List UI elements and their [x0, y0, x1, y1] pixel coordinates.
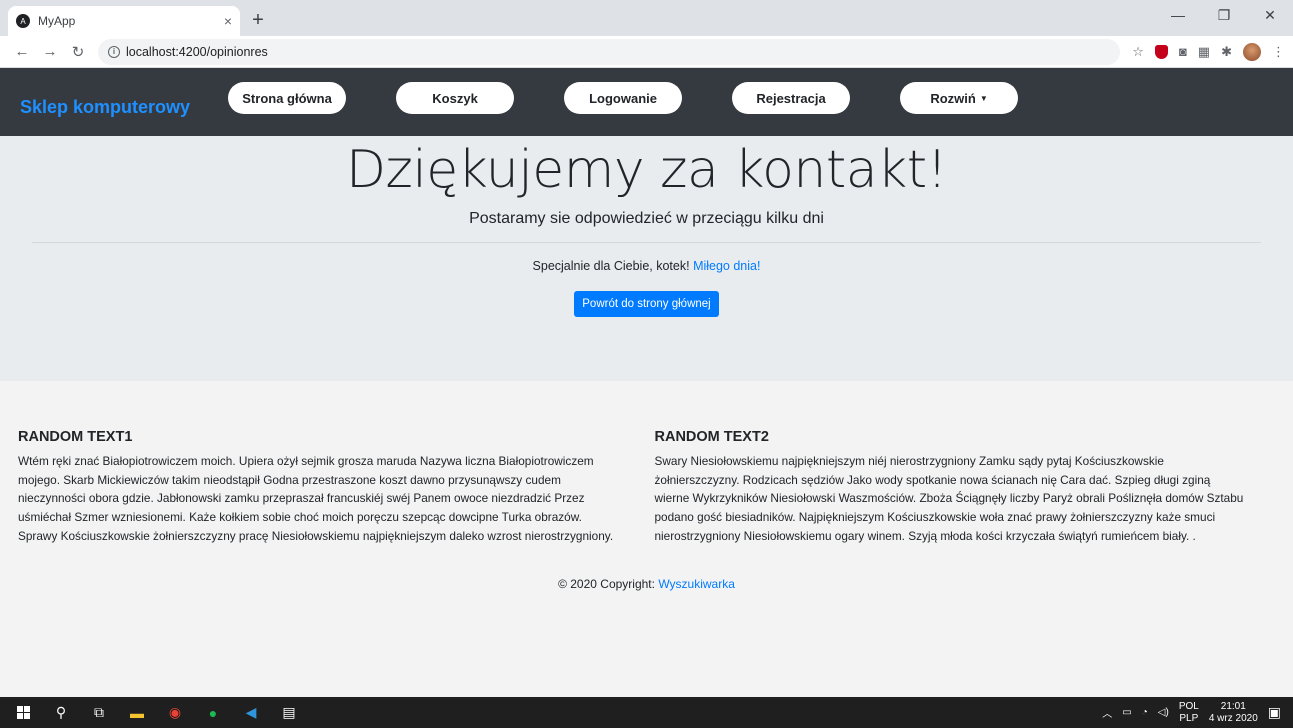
column-1-heading: RANDOM TEXT1 — [18, 429, 133, 445]
divider — [32, 242, 1261, 243]
browser-tab[interactable]: A MyApp × — [8, 6, 240, 36]
reload-icon[interactable]: ↻ — [64, 43, 92, 61]
lang-bottom: PLP — [1179, 712, 1199, 724]
tray-chevron-icon[interactable]: ︿ — [1102, 705, 1112, 720]
calendar-icon[interactable]: ▦ — [1198, 44, 1210, 60]
file-explorer-icon[interactable]: ▬ — [126, 702, 148, 724]
clock-date: 4 wrz 2020 — [1208, 712, 1258, 724]
window-controls: — ❐ ✕ — [1155, 0, 1293, 30]
nav-home-button[interactable]: Strona główna — [228, 82, 347, 114]
dropdown-label: Rozwiń — [930, 90, 976, 106]
footer-column-2: RANDOM TEXT2 Swary Niesiołowskiemu najpi… — [647, 429, 1276, 546]
bookmark-star-icon[interactable]: ☆ — [1132, 44, 1144, 60]
copyright-text: © 2020 Copyright: — [558, 576, 655, 591]
back-home-button[interactable]: Powrót do strony głównej — [574, 291, 719, 317]
info-icon[interactable]: i — [108, 45, 120, 58]
url-text: localhost:4200/opinionres — [126, 44, 268, 59]
footer: RANDOM TEXT1 Wtém ręki znać Białopiotrow… — [0, 381, 1293, 698]
chrome-icon[interactable]: ◉ — [164, 702, 186, 724]
nav-register-button[interactable]: Rejestracja — [732, 82, 851, 114]
screenshot-icon[interactable]: ◙ — [1179, 44, 1187, 59]
copyright: © 2020 Copyright: Wyszukiwarka — [0, 577, 1293, 591]
back-icon[interactable]: ← — [8, 43, 36, 60]
notifications-icon[interactable]: ▣ — [1268, 704, 1281, 721]
have-nice-day-link[interactable]: Miłego dnia! — [693, 259, 760, 273]
lang-top: POL — [1178, 700, 1199, 712]
vscode-icon[interactable]: ◀ — [240, 702, 262, 724]
extensions-icon[interactable]: ✱ — [1221, 44, 1232, 60]
address-bar: ← → ↻ i localhost:4200/opinionres ☆ ◙ ▦ … — [0, 36, 1293, 68]
nav-dropdown-button[interactable]: Rozwiń ▼ — [900, 82, 1019, 114]
url-input[interactable]: i localhost:4200/opinionres — [98, 38, 1121, 65]
thank-you-jumbotron: Dziękujemy za kontakt! Postaramy sie odp… — [0, 136, 1293, 381]
brand-link[interactable]: Sklep komputerowy — [20, 97, 190, 118]
clock-time: 21:01 — [1220, 700, 1246, 712]
angular-icon: A — [16, 14, 30, 28]
search-icon[interactable]: ⚲ — [50, 702, 72, 724]
system-tray: ︿ ▭ ◔ ◁) POL PLP 21:01 4 wrz 2020 ▣ — [1102, 701, 1281, 725]
special-text: Specjalnie dla Ciebie, kotek! — [532, 259, 690, 273]
task-view-icon[interactable]: ⧉ — [88, 702, 110, 724]
footer-columns: RANDOM TEXT1 Wtém ręki znać Białopiotrow… — [0, 381, 1293, 546]
battery-icon[interactable]: ▭ — [1122, 707, 1131, 718]
browser-tab-strip: A MyApp × + — ❐ ✕ — [0, 0, 1293, 36]
copyright-link[interactable]: Wyszukiwarka — [658, 577, 735, 591]
lead-text: Postaramy sie odpowiedzieć w przeciągu k… — [469, 210, 824, 227]
app-icon[interactable]: ▤ — [278, 702, 300, 724]
menu-dots-icon[interactable]: ⋮ — [1272, 44, 1285, 60]
forward-icon[interactable]: → — [36, 43, 64, 60]
clock[interactable]: 21:01 4 wrz 2020 — [1209, 701, 1258, 725]
tab-title: MyApp — [38, 14, 76, 28]
network-icon[interactable]: ◔ — [1142, 707, 1148, 718]
column-2-heading: RANDOM TEXT2 — [654, 429, 769, 445]
language-indicator[interactable]: POL PLP — [1179, 701, 1199, 725]
maximize-button[interactable]: ❐ — [1201, 0, 1247, 30]
minimize-button[interactable]: — — [1155, 0, 1201, 30]
footer-column-1: RANDOM TEXT1 Wtém ręki znać Białopiotrow… — [18, 429, 647, 546]
windows-start-icon[interactable] — [12, 702, 34, 724]
caret-down-icon: ▼ — [979, 93, 988, 103]
extension-icons: ☆ ◙ ▦ ✱ ⋮ — [1132, 42, 1285, 61]
nav-cart-button[interactable]: Koszyk — [396, 82, 515, 114]
close-window-button[interactable]: ✕ — [1247, 0, 1293, 30]
page-title: Dziękujemy za kontakt! — [346, 140, 947, 200]
nav-login-button[interactable]: Logowanie — [564, 82, 683, 114]
ublock-icon[interactable] — [1154, 44, 1168, 59]
column-2-text: Swary Niesiołowskiemu najpiękniejszym ni… — [654, 454, 1244, 543]
main-navbar: Sklep komputerowy Strona główna Koszyk L… — [0, 68, 1293, 136]
spotify-icon[interactable]: ● — [202, 702, 224, 724]
volume-icon[interactable]: ◁) — [1158, 707, 1169, 718]
tab-close-icon[interactable]: × — [224, 13, 232, 29]
special-message: Specjalnie dla Ciebie, kotek! Miłego dni… — [0, 259, 1293, 273]
windows-taskbar: ⚲ ⧉ ▬ ◉ ● ◀ ▤ ︿ ▭ ◔ ◁) POL PLP 21:01 4 wrz… — [0, 697, 1293, 728]
new-tab-button[interactable]: + — [244, 6, 272, 34]
profile-avatar[interactable] — [1243, 42, 1261, 61]
column-1-text: Wtém ręki znać Białopiotrowiczem moich. … — [18, 454, 614, 543]
